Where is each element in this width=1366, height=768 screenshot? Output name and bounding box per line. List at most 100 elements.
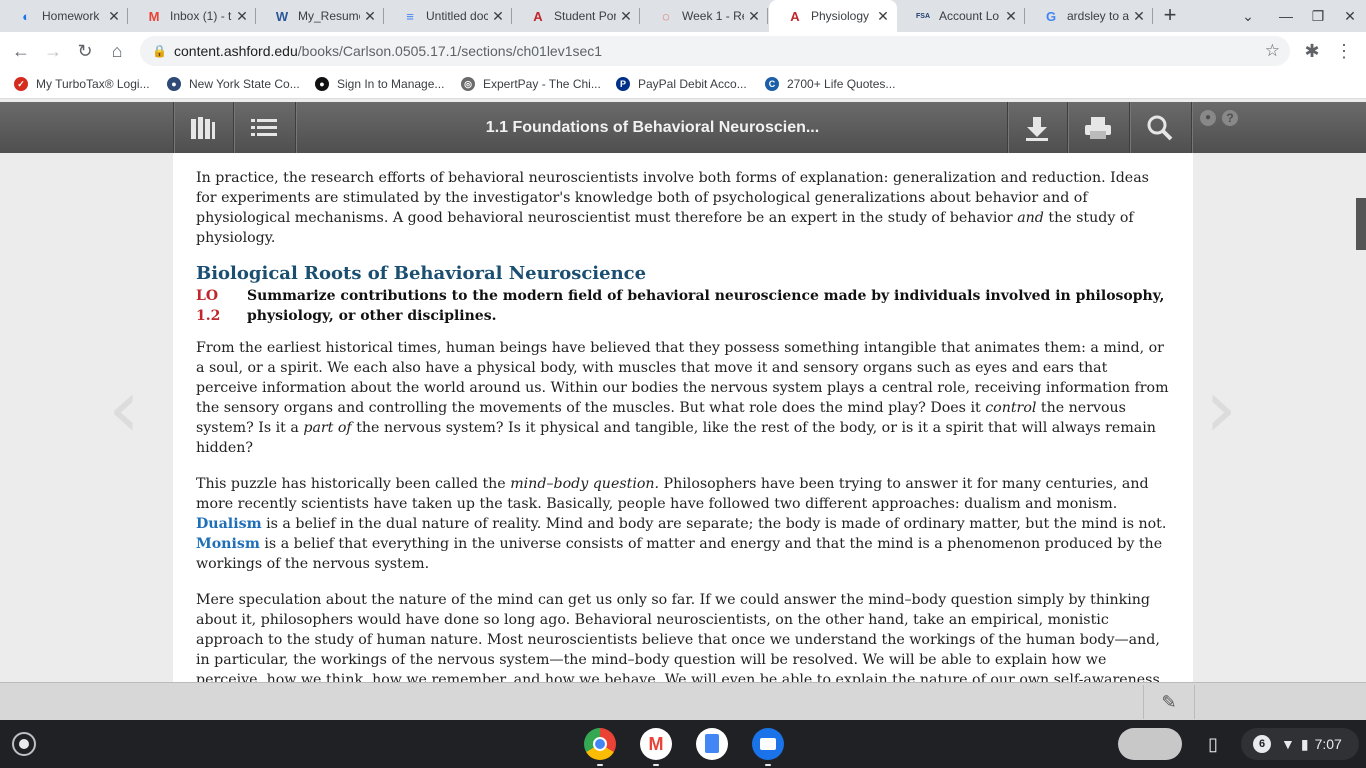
files-app-icon[interactable] xyxy=(752,728,784,766)
chrome-app-icon[interactable] xyxy=(584,728,616,766)
bookmark-item[interactable]: ✓ My TurboTax® Logi... xyxy=(14,70,150,98)
emphasis: control xyxy=(985,400,1037,416)
notes-icon[interactable]: ✎ xyxy=(1143,685,1195,719)
tab-close-icon[interactable]: ✕ xyxy=(616,8,636,25)
browser-tab[interactable]: W My_Resume ✕ xyxy=(256,0,384,32)
print-icon[interactable] xyxy=(1068,102,1128,153)
section-content: In practice, the research efforts of beh… xyxy=(196,168,1171,682)
tab-title: Homework xyxy=(42,9,100,23)
bookmark-item[interactable]: ● New York State Co... xyxy=(167,70,300,98)
new-tab-button[interactable]: + xyxy=(1158,4,1182,28)
back-icon[interactable]: ← xyxy=(9,39,33,63)
notification-count: 6 xyxy=(1253,735,1271,753)
tab-close-icon[interactable]: ✕ xyxy=(1001,8,1021,25)
bookmark-favicon-icon: ● xyxy=(315,77,329,91)
browser-tab[interactable]: Gardsley to a ✕ xyxy=(1025,0,1153,32)
launcher-icon[interactable] xyxy=(12,732,36,756)
bookmark-item[interactable]: ● Sign In to Manage... xyxy=(315,70,444,98)
reload-icon[interactable]: ↻ xyxy=(73,39,97,63)
text-run: is a belief in the dual nature of realit… xyxy=(261,516,1167,532)
forward-icon[interactable]: → xyxy=(41,39,65,63)
bookmark-item[interactable]: ◎ ExpertPay - The Chi... xyxy=(461,70,601,98)
gmail-app-icon[interactable]: M xyxy=(640,728,672,766)
tab-close-icon[interactable]: ✕ xyxy=(744,8,764,25)
tab-search-icon[interactable]: ⌄ xyxy=(1238,6,1258,26)
tab-close-icon[interactable]: ✕ xyxy=(232,8,252,25)
university-icon: A xyxy=(790,8,800,24)
search-icon[interactable] xyxy=(1130,102,1190,153)
term-monism-link[interactable]: Monism xyxy=(196,536,260,552)
bookmark-favicon-icon: C xyxy=(765,77,779,91)
browser-tab[interactable]: A Physiology ✕ xyxy=(769,0,897,32)
bookmark-favicon-icon: ◎ xyxy=(461,77,475,91)
browser-tab[interactable]: ◌ Week 1 - Re ✕ xyxy=(640,0,768,32)
browser-toolbar: ← → ↻ ⌂ 🔒 content.ashford.edu/books/Carl… xyxy=(0,32,1366,70)
browser-tab[interactable]: A Student Por ✕ xyxy=(512,0,640,32)
text-run: In practice, the research efforts of beh… xyxy=(196,170,1149,226)
bookmarks-bar: ✓ My TurboTax® Logi... ● New York State Co.… xyxy=(0,70,1366,99)
tab-title: My_Resume xyxy=(298,9,360,23)
learning-objective-tag: LO 1.2 xyxy=(196,288,221,324)
browser-tab[interactable]: FSA Account Lo ✕ xyxy=(897,0,1025,32)
paragraph-speculation: Mere speculation about the nature of the… xyxy=(196,592,1165,682)
tab-title: Student Por xyxy=(554,9,616,23)
tab-close-icon[interactable]: ✕ xyxy=(873,8,893,25)
google-icon: G xyxy=(1045,8,1057,24)
battery-icon: ▮ xyxy=(1300,735,1309,752)
address-bar[interactable]: 🔒 content.ashford.edu/books/Carlson.0505… xyxy=(140,36,1290,66)
bookmark-label: Sign In to Manage... xyxy=(337,77,445,91)
reader-toolbar: 1.1 Foundations of Behavioral Neuroscien… xyxy=(0,102,1366,153)
user-icon[interactable]: ● xyxy=(1200,110,1216,126)
browser-tab[interactable]: ≡ Untitled doc ✕ xyxy=(384,0,512,32)
table-of-contents-icon[interactable] xyxy=(234,102,294,153)
tab-close-icon[interactable]: ✕ xyxy=(488,8,508,25)
next-page-icon[interactable]: › xyxy=(1205,362,1237,455)
help-icon[interactable]: ? xyxy=(1222,110,1238,126)
previous-page-icon[interactable]: ‹ xyxy=(108,362,140,455)
tab-close-icon[interactable]: ✕ xyxy=(1129,8,1149,25)
fsa-icon: FSA xyxy=(916,12,930,20)
docs-app-icon[interactable] xyxy=(696,728,728,760)
browser-tab[interactable]: M Inbox (1) - t ✕ xyxy=(128,0,256,32)
tab-close-icon[interactable]: ✕ xyxy=(360,8,380,25)
bookmark-item[interactable]: C 2700+ Life Quotes... xyxy=(765,70,895,98)
tab-title: Week 1 - Re xyxy=(682,9,744,23)
phone-hub-icon[interactable]: ▯ xyxy=(1200,728,1226,760)
emphasis: and xyxy=(1017,210,1044,226)
emphasis: mind–body question. xyxy=(510,476,660,492)
bookmark-favicon-icon: ● xyxy=(167,77,181,91)
close-window-button[interactable]: ✕ xyxy=(1340,6,1360,26)
bookmark-label: My TurboTax® Logi... xyxy=(36,77,150,91)
scrollbar-thumb[interactable] xyxy=(1356,198,1366,250)
term-dualism-link[interactable]: Dualism xyxy=(196,516,262,532)
tab-title: Untitled doc xyxy=(426,9,488,23)
bookmark-item[interactable]: P PayPal Debit Acco... xyxy=(616,70,747,98)
status-tray[interactable]: 6 ▼ ▮ 7:07 xyxy=(1241,728,1359,760)
extensions-icon[interactable]: ✱ xyxy=(1300,39,1324,63)
url-host: content.ashford.edu xyxy=(174,43,298,59)
lock-icon: 🔒 xyxy=(152,44,167,58)
tab-close-icon[interactable]: ✕ xyxy=(104,8,124,25)
bookmark-label: New York State Co... xyxy=(189,77,300,91)
holding-space-thumbnail[interactable] xyxy=(1118,728,1182,760)
bookmark-label: PayPal Debit Acco... xyxy=(638,77,747,91)
text-run: is a belief that everything in the unive… xyxy=(196,536,1163,572)
library-icon[interactable] xyxy=(174,102,232,153)
university-icon: A xyxy=(533,8,543,24)
bookmark-star-icon[interactable]: ☆ xyxy=(1265,41,1280,61)
menu-icon[interactable]: ⋮ xyxy=(1332,39,1356,63)
reader-bottom-bar: ✎ xyxy=(0,682,1366,721)
word-icon: W xyxy=(275,8,289,24)
browser-tab[interactable]: ◐ Homework ✕ xyxy=(0,0,128,32)
restore-button[interactable]: ❐ xyxy=(1308,6,1328,26)
url-text[interactable]: content.ashford.edu/books/Carlson.0505.1… xyxy=(174,43,602,59)
bookmark-favicon-icon: ✓ xyxy=(14,77,28,91)
download-icon[interactable] xyxy=(1008,102,1066,153)
home-icon[interactable]: ⌂ xyxy=(105,39,129,63)
tab-title: ardsley to a xyxy=(1067,9,1129,23)
tab-title: Inbox (1) - t xyxy=(170,9,232,23)
minimize-button[interactable]: — xyxy=(1276,6,1296,26)
learning-objective: LO 1.2 Summarize contributions to the mo… xyxy=(196,286,1171,326)
book-page: In practice, the research efforts of beh… xyxy=(173,153,1193,682)
emphasis: part of xyxy=(303,420,352,436)
